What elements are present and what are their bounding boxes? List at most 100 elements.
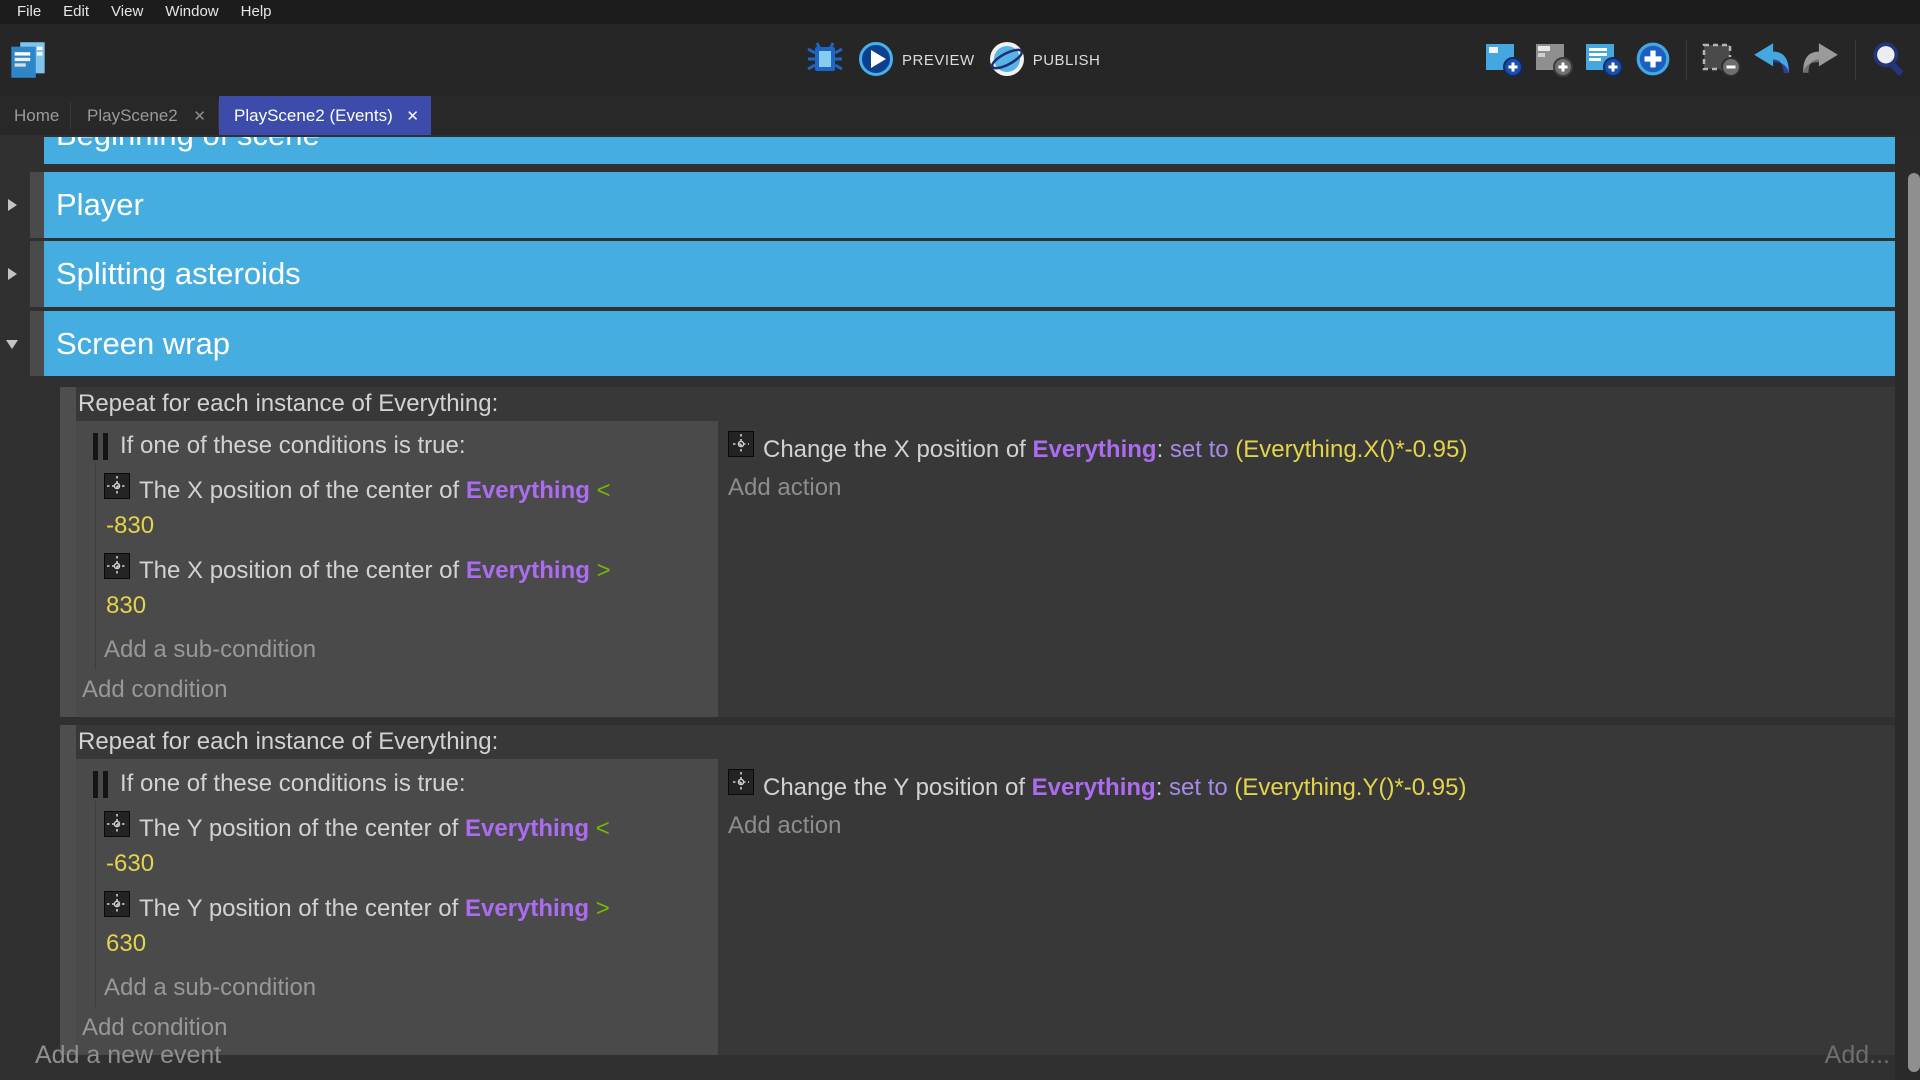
chevron-down-icon[interactable]	[6, 340, 18, 349]
or-condition-row[interactable]: If one of these conditions is true:	[76, 421, 718, 463]
add-circle-button[interactable]	[1634, 40, 1672, 81]
add-more-link[interactable]: Add...	[1825, 1041, 1890, 1070]
delete-selection-icon	[1701, 40, 1741, 81]
vertical-scrollbar[interactable]	[1908, 173, 1920, 1072]
add-sub-condition-link[interactable]: Add a sub-condition	[96, 961, 718, 1007]
publish-globe-icon	[989, 41, 1025, 80]
menu-bar: File Edit View Window Help	[0, 0, 1920, 24]
condition-row[interactable]: The Y position of the center of Everythi…	[96, 801, 718, 881]
close-icon[interactable]: ✕	[406, 107, 419, 125]
group-header-player[interactable]: Player	[44, 172, 1895, 238]
repeat-event-header[interactable]: Repeat for each instance of Everything:	[76, 387, 1895, 421]
menu-window[interactable]: Window	[154, 0, 229, 24]
condition-text: The X position of the center of Everythi…	[139, 554, 611, 588]
or-condition-row[interactable]: If one of these conditions is true:	[76, 759, 718, 801]
or-condition-icon	[93, 433, 108, 460]
drag-handle[interactable]	[60, 725, 76, 1055]
position-icon	[728, 769, 754, 806]
action-row[interactable]: Change the Y position of Everything: set…	[728, 769, 1895, 806]
condition-value: -630	[106, 847, 718, 881]
condition-row[interactable]: The X position of the center of Everythi…	[96, 463, 718, 543]
add-sub-condition-link[interactable]: Add a sub-condition	[96, 623, 718, 669]
repeat-event-header[interactable]: Repeat for each instance of Everything:	[76, 725, 1895, 759]
repeat-event-y[interactable]: Repeat for each instance of Everything: …	[60, 725, 1895, 1055]
toolbar-separator	[1855, 40, 1856, 80]
condition-value: -830	[106, 509, 718, 543]
position-icon	[104, 891, 130, 927]
action-text: Change the Y position of Everything: set…	[763, 770, 1466, 806]
add-comment-button[interactable]	[1584, 40, 1624, 81]
drag-handle[interactable]	[30, 311, 44, 376]
tab-label: PlayScene2 (Events)	[234, 106, 393, 126]
condition-value: 630	[106, 927, 718, 961]
menu-edit[interactable]: Edit	[52, 0, 100, 24]
or-condition-label: If one of these conditions is true:	[120, 770, 466, 798]
debugger-button[interactable]	[806, 41, 844, 80]
or-condition-icon	[93, 771, 108, 798]
close-icon[interactable]: ✕	[193, 107, 206, 125]
chevron-right-icon[interactable]	[8, 199, 17, 211]
search-icon	[1870, 40, 1908, 81]
actions-column: Change the X position of Everything: set…	[728, 421, 1895, 717]
or-condition-label: If one of these conditions is true:	[120, 432, 466, 460]
menu-file[interactable]: File	[6, 0, 52, 24]
position-icon	[104, 553, 130, 589]
search-button[interactable]	[1870, 40, 1908, 81]
position-icon	[104, 473, 130, 509]
action-text: Change the X position of Everything: set…	[763, 432, 1467, 468]
add-event-button[interactable]	[1484, 40, 1524, 81]
condition-row[interactable]: The X position of the center of Everythi…	[96, 543, 718, 623]
project-manager-button[interactable]	[8, 41, 48, 81]
toolbar: PREVIEW PUBLISH	[0, 24, 1920, 96]
add-new-event-link[interactable]: Add a new event	[35, 1041, 221, 1070]
group-title: Beginning of scene	[44, 137, 1895, 164]
action-row[interactable]: Change the X position of Everything: set…	[728, 431, 1895, 468]
publish-button[interactable]: PUBLISH	[989, 41, 1101, 80]
repeat-event-x[interactable]: Repeat for each instance of Everything: …	[60, 387, 1895, 717]
redo-button[interactable]	[1801, 41, 1841, 80]
conditions-panel: If one of these conditions is true:	[76, 759, 718, 1055]
scrollbar-gutter	[1895, 135, 1920, 1080]
preview-button[interactable]: PREVIEW	[858, 41, 975, 80]
toolbar-right-group	[1484, 39, 1908, 81]
drag-handle[interactable]	[60, 387, 76, 717]
chevron-right-icon[interactable]	[8, 268, 17, 280]
add-action-link[interactable]: Add action	[728, 470, 1895, 506]
tab-playscene2-events[interactable]: PlayScene2 (Events) ✕	[219, 96, 431, 135]
add-subevent-button[interactable]	[1534, 40, 1574, 81]
add-condition-link[interactable]: Add condition	[76, 669, 718, 707]
group-title: Screen wrap	[44, 326, 230, 362]
condition-text: The X position of the center of Everythi…	[139, 474, 611, 508]
menu-view[interactable]: View	[100, 0, 154, 24]
conditions-panel: If one of these conditions is true:	[76, 421, 718, 717]
actions-column: Change the Y position of Everything: set…	[728, 759, 1895, 1055]
spacer	[0, 164, 1920, 172]
group-header-beginning-of-scene[interactable]: Beginning of scene	[44, 137, 1895, 164]
drag-handle[interactable]	[30, 241, 44, 307]
tab-label: PlayScene2	[87, 106, 178, 126]
delete-selection-button[interactable]	[1701, 40, 1741, 81]
group-header-splitting-asteroids[interactable]: Splitting asteroids	[44, 241, 1895, 307]
add-comment-icon	[1584, 40, 1624, 81]
undo-button[interactable]	[1751, 41, 1791, 80]
toolbar-center-group: PREVIEW PUBLISH	[806, 40, 1100, 80]
add-action-link[interactable]: Add action	[728, 808, 1895, 844]
tab-playscene2[interactable]: PlayScene2 ✕	[71, 96, 218, 135]
condition-text: The Y position of the center of Everythi…	[139, 892, 610, 926]
events-sheet: Beginning of scene Player Splitting aste…	[0, 135, 1920, 1080]
add-condition-link[interactable]: Add condition	[76, 1007, 718, 1045]
screen-wrap-events: Repeat for each instance of Everything: …	[0, 387, 1920, 1055]
redo-icon	[1801, 41, 1841, 80]
spacer	[0, 717, 1920, 725]
menu-help[interactable]: Help	[230, 0, 283, 24]
drag-handle[interactable]	[30, 172, 44, 238]
project-manager-icon	[8, 40, 48, 83]
tab-bar: Home PlayScene2 ✕ PlayScene2 (Events) ✕	[0, 96, 1920, 135]
tab-home[interactable]: Home	[0, 96, 70, 135]
preview-label: PREVIEW	[902, 52, 975, 69]
condition-row[interactable]: The Y position of the center of Everythi…	[96, 881, 718, 961]
group-header-screen-wrap[interactable]: Screen wrap	[44, 311, 1895, 376]
add-circle-icon	[1634, 40, 1672, 81]
condition-value: 830	[106, 589, 718, 623]
position-icon	[104, 811, 130, 847]
